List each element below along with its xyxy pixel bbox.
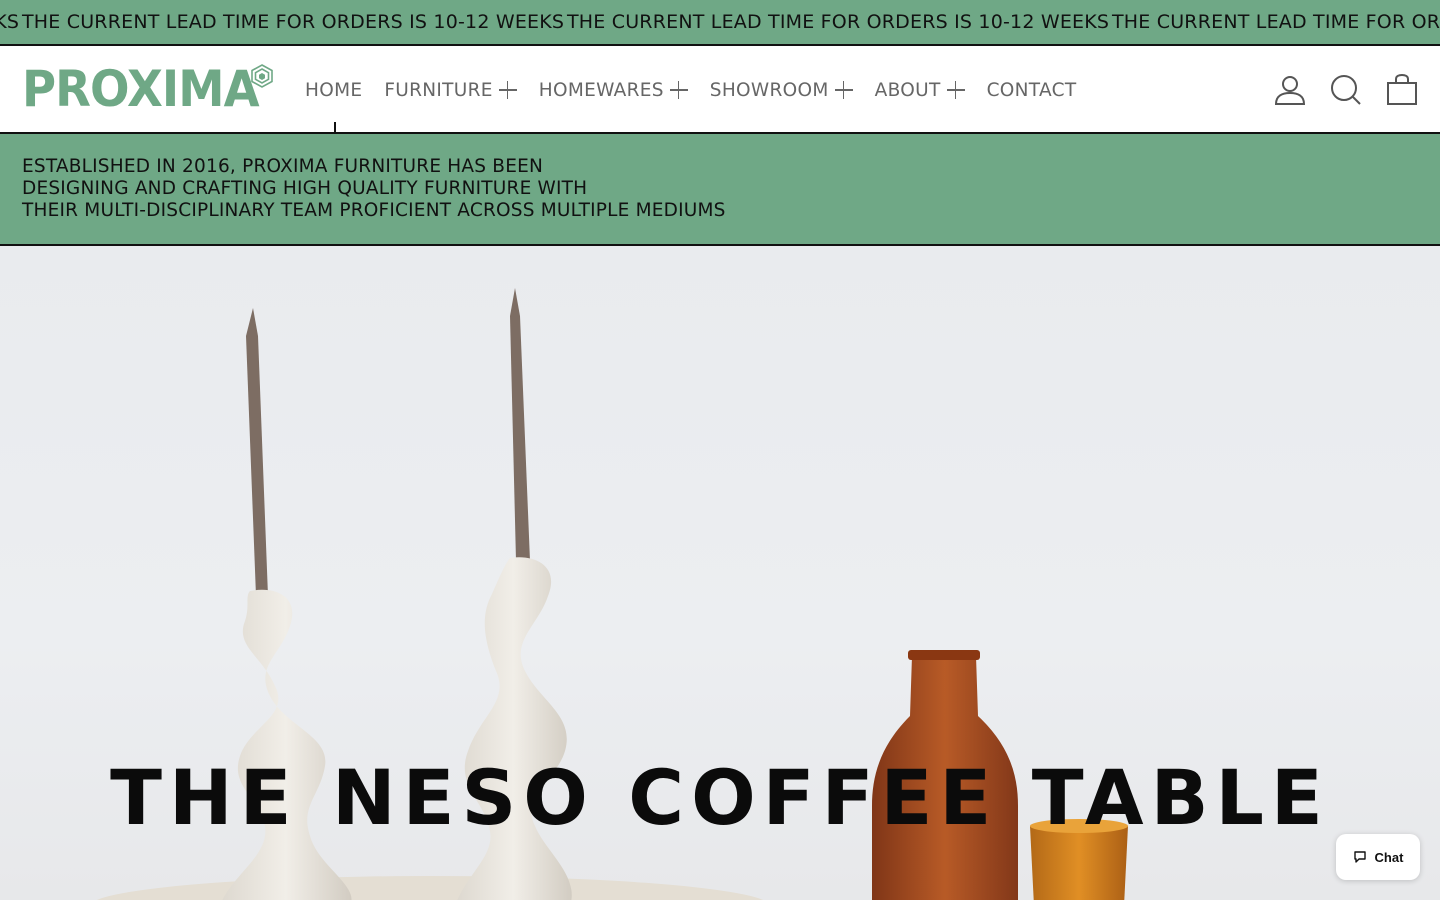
nav-item-label: CONTACT: [986, 79, 1077, 101]
intro-banner: ESTABLISHED IN 2016, PROXIMA FURNITURE H…: [0, 134, 1440, 246]
nav-item-about[interactable]: ABOUT: [875, 46, 965, 134]
intro-line: ESTABLISHED IN 2016, PROXIMA FURNITURE H…: [22, 156, 544, 177]
nav-item-contact[interactable]: CONTACT: [987, 46, 1077, 134]
chat-label: Chat: [1374, 849, 1404, 865]
search-icon[interactable]: [1330, 72, 1362, 108]
nav-item-label: SHOWROOM: [709, 79, 829, 101]
nav-item-label: HOMEWARES: [538, 79, 664, 101]
header-actions: [1274, 72, 1418, 108]
hero-section[interactable]: THE NESO COFFEE TABLE: [0, 246, 1440, 900]
hero-title: THE NESO COFFEE TABLE: [110, 753, 1330, 842]
announcement-text: THE CURRENT LEAD TIME FOR ORDERS IS 10-1…: [567, 11, 1110, 33]
hexagon-logo-icon: [251, 64, 273, 88]
plus-icon: [946, 81, 965, 99]
nav-item-showroom[interactable]: SHOWROOM: [710, 46, 853, 134]
announcement-text: THE CURRENT LEAD TIME FOR ORDERS IS 10-1…: [22, 11, 565, 33]
cart-icon[interactable]: [1386, 72, 1418, 108]
main-nav: HOME FURNITURE HOMEWARES SHOWROOM ABOUT …: [305, 46, 1098, 134]
announcement-marquee: THE CURRENT LEAD TIME FOR ORDERS IS 10-1…: [0, 0, 1440, 44]
plus-icon: [669, 81, 688, 99]
nav-item-label: HOME: [305, 79, 363, 101]
announcement-text: THE CURRENT LEAD TIME FOR ORDERS IS 10-1…: [1112, 11, 1440, 33]
brand-logo[interactable]: PROXIMA: [22, 60, 273, 118]
announcement-bar: THE CURRENT LEAD TIME FOR ORDERS IS 10-1…: [0, 0, 1440, 46]
nav-item-label: ABOUT: [874, 79, 941, 101]
plus-icon: [498, 81, 517, 99]
intro-line: THEIR MULTI-DISCIPLINARY TEAM PROFICIENT…: [22, 200, 726, 221]
nav-item-homewares[interactable]: HOMEWARES: [539, 46, 688, 134]
brand-wordmark: PROXIMA: [22, 60, 260, 118]
nav-item-home[interactable]: HOME: [305, 46, 362, 134]
plus-icon: [834, 81, 853, 99]
nav-item-label: FURNITURE: [384, 79, 493, 101]
chat-button[interactable]: Chat: [1336, 834, 1420, 880]
chat-bubble-icon: [1353, 851, 1366, 863]
intro-line: DESIGNING AND CRAFTING HIGH QUALITY FURN…: [22, 178, 588, 199]
nav-item-furniture[interactable]: FURNITURE: [384, 46, 517, 134]
account-icon[interactable]: [1274, 72, 1306, 108]
site-header: PROXIMA HOME FURNITURE HOMEWARES SHOWROO…: [0, 46, 1440, 134]
